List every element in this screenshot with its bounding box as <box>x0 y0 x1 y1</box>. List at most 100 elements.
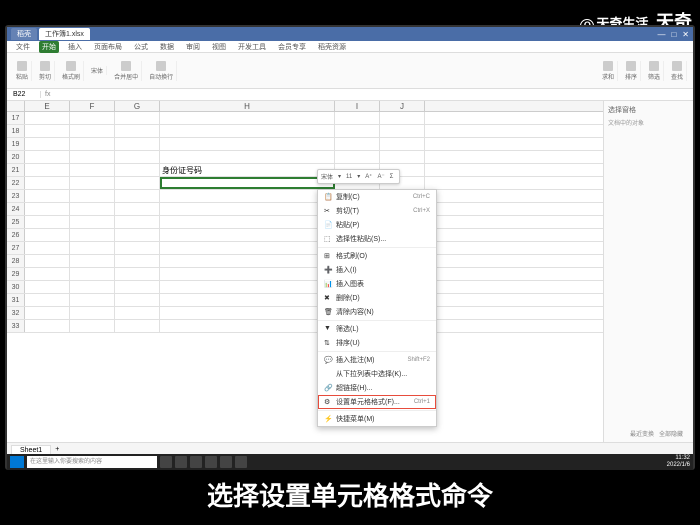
format-painter-icon[interactable] <box>66 61 76 71</box>
cell[interactable] <box>335 125 380 137</box>
row-header[interactable]: 17 <box>7 112 25 124</box>
find-icon[interactable] <box>672 61 682 71</box>
cell[interactable] <box>160 151 335 163</box>
taskbar-app-icon[interactable] <box>220 456 232 468</box>
ribbon-tab[interactable]: 会员专享 <box>275 41 309 53</box>
cell[interactable] <box>335 138 380 150</box>
cell[interactable] <box>160 320 335 332</box>
cell[interactable] <box>25 281 70 293</box>
start-button[interactable] <box>10 456 24 468</box>
col-header[interactable]: G <box>115 101 160 111</box>
row-header[interactable]: 22 <box>7 177 25 189</box>
cell[interactable] <box>70 138 115 150</box>
system-clock[interactable]: 11:322022/1/6 <box>667 455 690 469</box>
row-header[interactable]: 27 <box>7 242 25 254</box>
cut-icon[interactable] <box>40 61 50 71</box>
cell[interactable] <box>70 229 115 241</box>
fx-label[interactable]: fx <box>41 91 54 98</box>
cell[interactable] <box>380 125 425 137</box>
cell[interactable]: 身份证号码 <box>160 164 335 176</box>
taskbar-app-icon[interactable] <box>160 456 172 468</box>
cell[interactable] <box>25 294 70 306</box>
sum-icon[interactable] <box>603 61 613 71</box>
cell[interactable] <box>70 164 115 176</box>
cell[interactable] <box>115 320 160 332</box>
ribbon-tab[interactable]: 视图 <box>209 41 229 53</box>
cell[interactable] <box>25 307 70 319</box>
row-header[interactable]: 21 <box>7 164 25 176</box>
cell[interactable] <box>25 151 70 163</box>
col-header[interactable]: F <box>70 101 115 111</box>
ribbon-tab[interactable]: 公式 <box>131 41 151 53</box>
sort-icon[interactable] <box>626 61 636 71</box>
cell[interactable] <box>25 177 70 189</box>
row-header[interactable]: 20 <box>7 151 25 163</box>
cell[interactable] <box>70 216 115 228</box>
font-selector[interactable]: 宋体 <box>91 66 103 75</box>
cell[interactable] <box>380 112 425 124</box>
cell[interactable] <box>115 190 160 202</box>
cell[interactable] <box>115 255 160 267</box>
row-header[interactable]: 33 <box>7 320 25 332</box>
cell[interactable] <box>70 112 115 124</box>
menu-item[interactable]: 💬插入批注(M)Shift+F2 <box>318 353 436 367</box>
cell[interactable] <box>160 203 335 215</box>
cell[interactable] <box>70 255 115 267</box>
cell[interactable] <box>70 125 115 137</box>
cell[interactable] <box>160 268 335 280</box>
menu-item[interactable]: ⇅排序(U) <box>318 336 436 350</box>
menu-item[interactable]: 🔗超链接(H)... <box>318 381 436 395</box>
cell[interactable] <box>380 138 425 150</box>
cell[interactable] <box>70 294 115 306</box>
cell[interactable] <box>115 229 160 241</box>
titlebar-tab-file[interactable]: 工作簿1.xlsx <box>39 28 90 40</box>
cell[interactable] <box>115 164 160 176</box>
menu-item[interactable]: 📄粘贴(P) <box>318 218 436 232</box>
cell[interactable] <box>335 151 380 163</box>
cell[interactable] <box>115 242 160 254</box>
add-sheet-button[interactable]: + <box>55 446 59 453</box>
menu-item[interactable]: 📋复制(C)Ctrl+C <box>318 190 436 204</box>
mini-toolbar[interactable]: 宋体▾ 11▾ A⁺A⁻Σ <box>317 169 400 184</box>
cell[interactable] <box>70 151 115 163</box>
row-header[interactable]: 24 <box>7 203 25 215</box>
cell[interactable] <box>115 268 160 280</box>
col-header[interactable]: J <box>380 101 425 111</box>
cell[interactable] <box>70 242 115 254</box>
cell[interactable] <box>25 216 70 228</box>
wrap-icon[interactable] <box>156 61 166 71</box>
menu-item[interactable]: 🗑清除内容(N) <box>318 305 436 319</box>
menu-item[interactable]: ▼筛选(L) <box>318 322 436 336</box>
cell[interactable] <box>160 177 335 189</box>
cell[interactable] <box>115 112 160 124</box>
row-header[interactable]: 28 <box>7 255 25 267</box>
row-header[interactable]: 19 <box>7 138 25 150</box>
paste-icon[interactable] <box>17 61 27 71</box>
cell[interactable] <box>25 242 70 254</box>
titlebar-tab-home[interactable]: 稻壳 <box>11 28 37 40</box>
cell[interactable] <box>25 229 70 241</box>
window-minimize[interactable]: — <box>657 30 665 39</box>
cell[interactable] <box>380 151 425 163</box>
sheet-tab[interactable]: Sheet1 <box>11 445 51 455</box>
taskbar-app-icon[interactable] <box>175 456 187 468</box>
cell[interactable] <box>25 112 70 124</box>
ribbon-tab[interactable]: 开发工具 <box>235 41 269 53</box>
cell[interactable] <box>160 216 335 228</box>
menu-item[interactable]: ⚙设置单元格格式(F)...Ctrl+1 <box>318 395 436 409</box>
cell[interactable] <box>335 112 380 124</box>
cell[interactable] <box>25 255 70 267</box>
cell[interactable] <box>115 281 160 293</box>
cell[interactable] <box>115 125 160 137</box>
cell[interactable] <box>25 320 70 332</box>
merge-icon[interactable] <box>121 61 131 71</box>
cell[interactable] <box>160 281 335 293</box>
cell[interactable] <box>25 190 70 202</box>
ribbon-tab[interactable]: 稻壳资源 <box>315 41 349 53</box>
cell[interactable] <box>160 255 335 267</box>
select-all[interactable] <box>7 101 25 111</box>
taskbar-app-icon[interactable] <box>235 456 247 468</box>
cell[interactable] <box>70 190 115 202</box>
cell[interactable] <box>70 281 115 293</box>
row-header[interactable]: 25 <box>7 216 25 228</box>
